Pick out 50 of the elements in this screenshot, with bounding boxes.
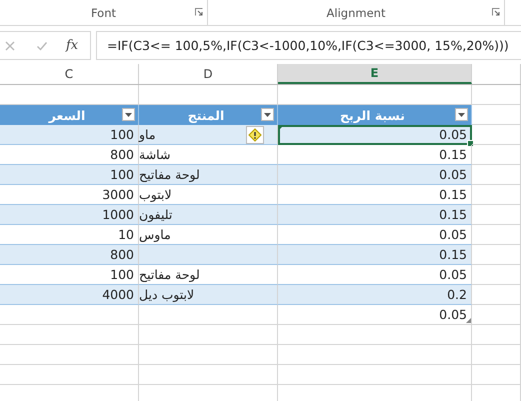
table-cell: 4000 (0, 285, 139, 305)
caret-icon (458, 112, 465, 116)
fill-handle[interactable] (467, 140, 474, 147)
dialog-launcher-icon[interactable] (492, 8, 500, 16)
grid-cell (472, 245, 521, 265)
table-cell: لوحة مفاتيح (139, 165, 278, 185)
grid-cell (472, 145, 521, 165)
grid-cell (472, 265, 521, 285)
warning-icon[interactable] (246, 126, 264, 144)
table-cell: 0.15 (278, 205, 472, 225)
table-cell: 0.05 (278, 305, 472, 325)
grid-cell (472, 225, 521, 245)
filter-dropdown[interactable] (261, 108, 274, 121)
table-header: السعر (0, 105, 139, 125)
ribbon-group-label: Alignment (326, 6, 386, 20)
table-cell: 0.05 (278, 165, 472, 185)
table-cell: 800 (0, 245, 139, 265)
grid-cell (472, 185, 521, 205)
table-cell: 0.2 (278, 285, 472, 305)
table-cell: 1000 (0, 205, 139, 225)
caret-icon (264, 112, 271, 116)
table-cell: 100 (0, 125, 139, 145)
table-cell: 0.15 (278, 245, 472, 265)
grid-cell (472, 165, 521, 185)
column-header[interactable]: C (0, 64, 139, 84)
ribbon-group-label: Font (90, 6, 116, 20)
dialog-launcher-icon[interactable] (195, 8, 203, 16)
grid-cell (472, 105, 521, 125)
grid-cell (472, 365, 521, 385)
grid-cell (472, 85, 521, 105)
grid-cell (472, 325, 521, 345)
grid-cell (472, 305, 521, 325)
grid-cell (472, 205, 521, 225)
insert-function-button[interactable]: fx (66, 38, 78, 53)
table-cell: لابتوب ديل (139, 285, 278, 305)
table-header: نسبة الربح (278, 105, 472, 125)
grid-cell (472, 125, 521, 145)
filter-dropdown[interactable] (122, 108, 135, 121)
table-header: المنتج (139, 105, 278, 125)
table-cell: 100 (0, 165, 139, 185)
grid-cell (472, 345, 521, 365)
formula-field[interactable]: =IF(C3<= 100,5%,IF(C3<-1000,10%,IF(C3<=3000, 15%,20%))) (96, 31, 521, 60)
grid-cell (472, 285, 521, 305)
resize-handle-icon (466, 318, 471, 323)
caret-icon (125, 112, 132, 116)
table-cell: تليفون (139, 205, 278, 225)
table-cell: ماو (139, 125, 278, 145)
filter-dropdown[interactable] (455, 108, 468, 121)
table-cell: 0.05 (278, 125, 472, 145)
column-header[interactable]: E (278, 64, 472, 84)
